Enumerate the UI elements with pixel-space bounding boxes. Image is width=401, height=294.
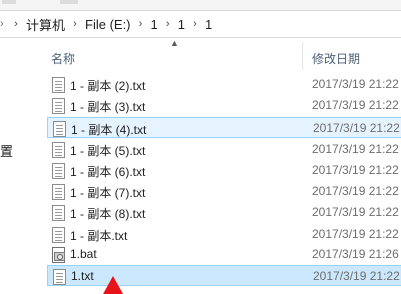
file-row[interactable]: 1 - 副本 (6).txt 2017/3/19 21:22 (47, 160, 401, 181)
navigation-pane[interactable]: 置 (0, 38, 44, 294)
file-row[interactable]: 1 - 副本.txt 2017/3/19 21:22 (47, 224, 401, 245)
file-row[interactable]: 1 - 副本 (7).txt 2017/3/19 21:22 (47, 181, 401, 202)
red-annotation-arrow-icon (103, 276, 123, 294)
file-date: 2017/3/19 21:22 (312, 184, 399, 198)
breadcrumb-separator-icon[interactable]: › (133, 18, 149, 30)
file-name: 1 - 副本 (8).txt (70, 207, 146, 221)
file-name: 1 - 副本 (2).txt (70, 79, 146, 93)
file-date: 2017/3/19 21:22 (313, 121, 400, 135)
breadcrumb-separator-icon[interactable]: › (160, 18, 176, 30)
file-row[interactable]: 1 - 副本 (5).txt 2017/3/19 21:22 (47, 139, 401, 160)
file-name: 1 - 副本 (4).txt (71, 123, 147, 137)
ribbon-fragment-right (60, 0, 78, 4)
text-file-icon (53, 269, 66, 285)
sort-ascending-icon: ▲ (170, 38, 179, 48)
breadcrumb-separator-icon[interactable]: › (187, 18, 203, 30)
file-date: 2017/3/19 21:22 (312, 142, 399, 156)
text-file-icon (53, 121, 66, 137)
breadcrumb-folder-2[interactable]: 1 (176, 17, 187, 32)
address-bar[interactable]: › › 计算机 › File (E:) › 1 › 1 › 1 (0, 10, 401, 38)
text-file-icon (52, 98, 65, 114)
column-header-name[interactable]: 名称 (51, 50, 75, 67)
text-file-icon (52, 77, 65, 93)
file-date: 2017/3/19 21:26 (312, 247, 399, 261)
file-name: 1.txt (71, 269, 94, 283)
file-row[interactable]: 1 - 副本 (8).txt 2017/3/19 21:22 (47, 202, 401, 223)
file-row-selected[interactable]: 1.txt 2017/3/19 21:22 (47, 265, 401, 286)
text-file-icon (52, 227, 65, 243)
breadcrumb-computer[interactable]: 计算机 (24, 15, 67, 34)
nav-pane-item-label[interactable]: 置 (0, 141, 13, 160)
breadcrumb-folder-1[interactable]: 1 (149, 17, 160, 32)
file-date: 2017/3/19 21:22 (312, 98, 399, 112)
file-date: 2017/3/19 21:22 (312, 205, 399, 219)
file-date: 2017/3/19 21:22 (313, 269, 400, 283)
column-header: 名称 ▲ 修改日期 (44, 38, 401, 72)
breadcrumb-separator-icon[interactable]: › (8, 18, 24, 30)
ribbon-fragment-left (2, 0, 16, 4)
file-name: 1 - 副本 (5).txt (70, 144, 146, 158)
text-file-icon (52, 163, 65, 179)
ribbon-fragment (0, 0, 401, 10)
file-name: 1.bat (70, 247, 97, 261)
file-list: 1 - 副本 (2).txt 2017/3/19 21:22 1 - 副本 (3… (44, 74, 401, 294)
column-header-date-modified[interactable]: 修改日期 (312, 50, 360, 67)
text-file-icon (52, 184, 65, 200)
file-name: 1 - 副本.txt (70, 229, 128, 243)
column-divider[interactable] (302, 42, 303, 70)
file-row[interactable]: 1 - 副本 (3).txt 2017/3/19 21:22 (47, 95, 401, 116)
breadcrumb: › 计算机 › File (E:) › 1 › 1 › 1 (8, 11, 214, 37)
text-file-icon (52, 142, 65, 158)
file-row[interactable]: 1.bat 2017/3/19 21:26 (47, 244, 401, 265)
breadcrumb-folder-3[interactable]: 1 (203, 17, 214, 32)
file-date: 2017/3/19 21:22 (312, 227, 399, 241)
text-file-icon (52, 205, 65, 221)
file-name: 1 - 副本 (6).txt (70, 165, 146, 179)
file-name: 1 - 副本 (3).txt (70, 100, 146, 114)
file-date: 2017/3/19 21:22 (312, 163, 399, 177)
nav-arrow-icon[interactable]: › (0, 11, 8, 37)
breadcrumb-drive[interactable]: File (E:) (83, 17, 133, 32)
file-date: 2017/3/19 21:22 (312, 77, 399, 91)
file-row[interactable]: 1 - 副本 (2).txt 2017/3/19 21:22 (47, 74, 401, 95)
batch-file-icon (52, 247, 65, 263)
breadcrumb-separator-icon[interactable]: › (67, 18, 83, 30)
file-row-focused[interactable]: 1 - 副本 (4).txt 2017/3/19 21:22 (47, 117, 401, 138)
file-name: 1 - 副本 (7).txt (70, 186, 146, 200)
